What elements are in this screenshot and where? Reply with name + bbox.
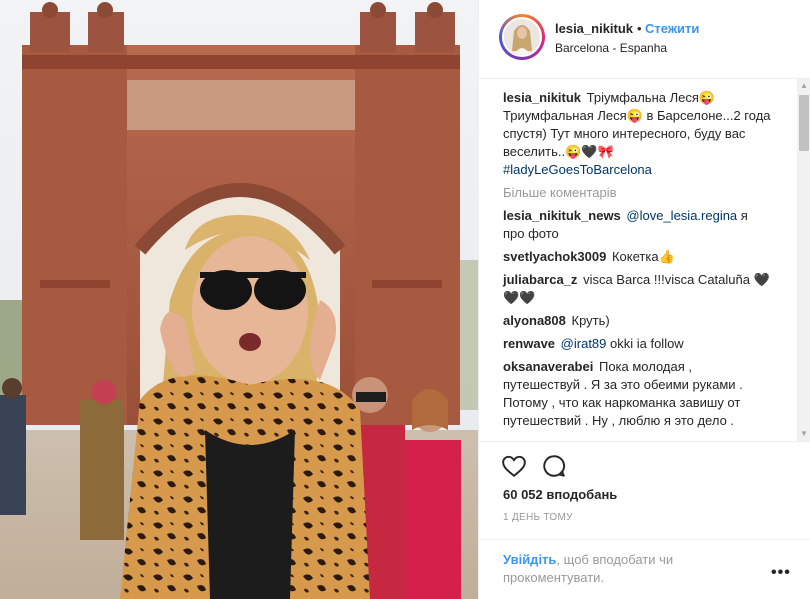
comment-item: alyona808 Круть) xyxy=(503,312,771,330)
comment-item: juliabarca_z visca Barca !!!visca Catalu… xyxy=(503,271,771,307)
comment-username[interactable]: renwave xyxy=(503,336,555,351)
post-timestamp[interactable]: 1 ДЕНЬ ТОМУ xyxy=(503,512,573,523)
header-username[interactable]: lesia_nikituk xyxy=(555,21,633,36)
comment-item: svetlyachok3009 Кокетка👍 xyxy=(503,248,771,266)
comment-username[interactable]: alyona808 xyxy=(503,313,566,328)
login-link[interactable]: Увійдіть xyxy=(503,552,556,567)
comment-mention[interactable]: @irat89 xyxy=(561,336,607,351)
load-more-comments-button[interactable]: Більше коментарів xyxy=(503,184,795,202)
comment-item: oksanaverabei Пока молодая , путешествуй… xyxy=(503,358,771,430)
comment-username[interactable]: juliabarca_z xyxy=(503,272,577,287)
photo-illustration xyxy=(0,0,478,599)
post-caption: lesia_nikituk Тріумфальна Леся😜 Триумфал… xyxy=(503,89,771,179)
comment-mention[interactable]: @love_lesia.regina xyxy=(626,208,737,223)
location-link[interactable]: Barcelona - Espanha xyxy=(555,41,667,55)
post-header: lesia_nikituk • Стежити Barcelona - Espa… xyxy=(479,0,810,79)
post-actions: 60 052 вподобань 1 ДЕНЬ ТОМУ Увійдіть, щ… xyxy=(479,441,810,599)
comments-list[interactable]: lesia_nikituk Тріумфальна Леся😜 Триумфал… xyxy=(479,79,795,441)
caption-hashtag[interactable]: #ladyLeGoesToBarcelona xyxy=(503,162,652,177)
login-prompt-text: Увійдіть, щоб вподобати чи прокоментуват… xyxy=(503,551,723,587)
comment-text: okki ia follow xyxy=(606,336,684,351)
comment-username[interactable]: svetlyachok3009 xyxy=(503,249,606,264)
scroll-down-arrow-icon[interactable]: ▼ xyxy=(797,427,810,441)
comment-item: renwave @irat89 okki ia follow xyxy=(503,335,771,353)
caption-username[interactable]: lesia_nikituk xyxy=(503,90,581,105)
post-photo[interactable] xyxy=(0,0,478,599)
comment-username[interactable]: lesia_nikituk_news xyxy=(503,208,621,223)
comment-button[interactable] xyxy=(541,453,567,479)
comment-text: Круть) xyxy=(571,313,610,328)
avatar[interactable] xyxy=(499,14,545,60)
more-options-icon[interactable]: ••• xyxy=(771,564,791,582)
heart-icon xyxy=(502,455,526,477)
comment-item: lesia_nikituk_news @love_lesia.regina я … xyxy=(503,207,771,243)
scrollbar-thumb[interactable] xyxy=(799,95,809,151)
header-separator: • xyxy=(637,21,642,36)
scroll-up-arrow-icon[interactable]: ▲ xyxy=(797,79,810,93)
avatar-image xyxy=(502,17,542,57)
likes-count[interactable]: 60 052 вподобань xyxy=(503,487,617,502)
post-side-panel: lesia_nikituk • Стежити Barcelona - Espa… xyxy=(478,0,810,599)
like-button[interactable] xyxy=(501,453,527,479)
avatar-portrait xyxy=(504,19,540,55)
follow-button[interactable]: Стежити xyxy=(645,21,699,36)
comment-icon xyxy=(543,455,566,477)
comment-text: Кокетка👍 xyxy=(611,249,675,264)
comment-username[interactable]: oksanaverabei xyxy=(503,359,593,374)
login-prompt: Увійдіть, щоб вподобати чи прокоментуват… xyxy=(479,539,810,585)
comments-scrollbar[interactable]: ▲ ▼ xyxy=(797,79,810,441)
